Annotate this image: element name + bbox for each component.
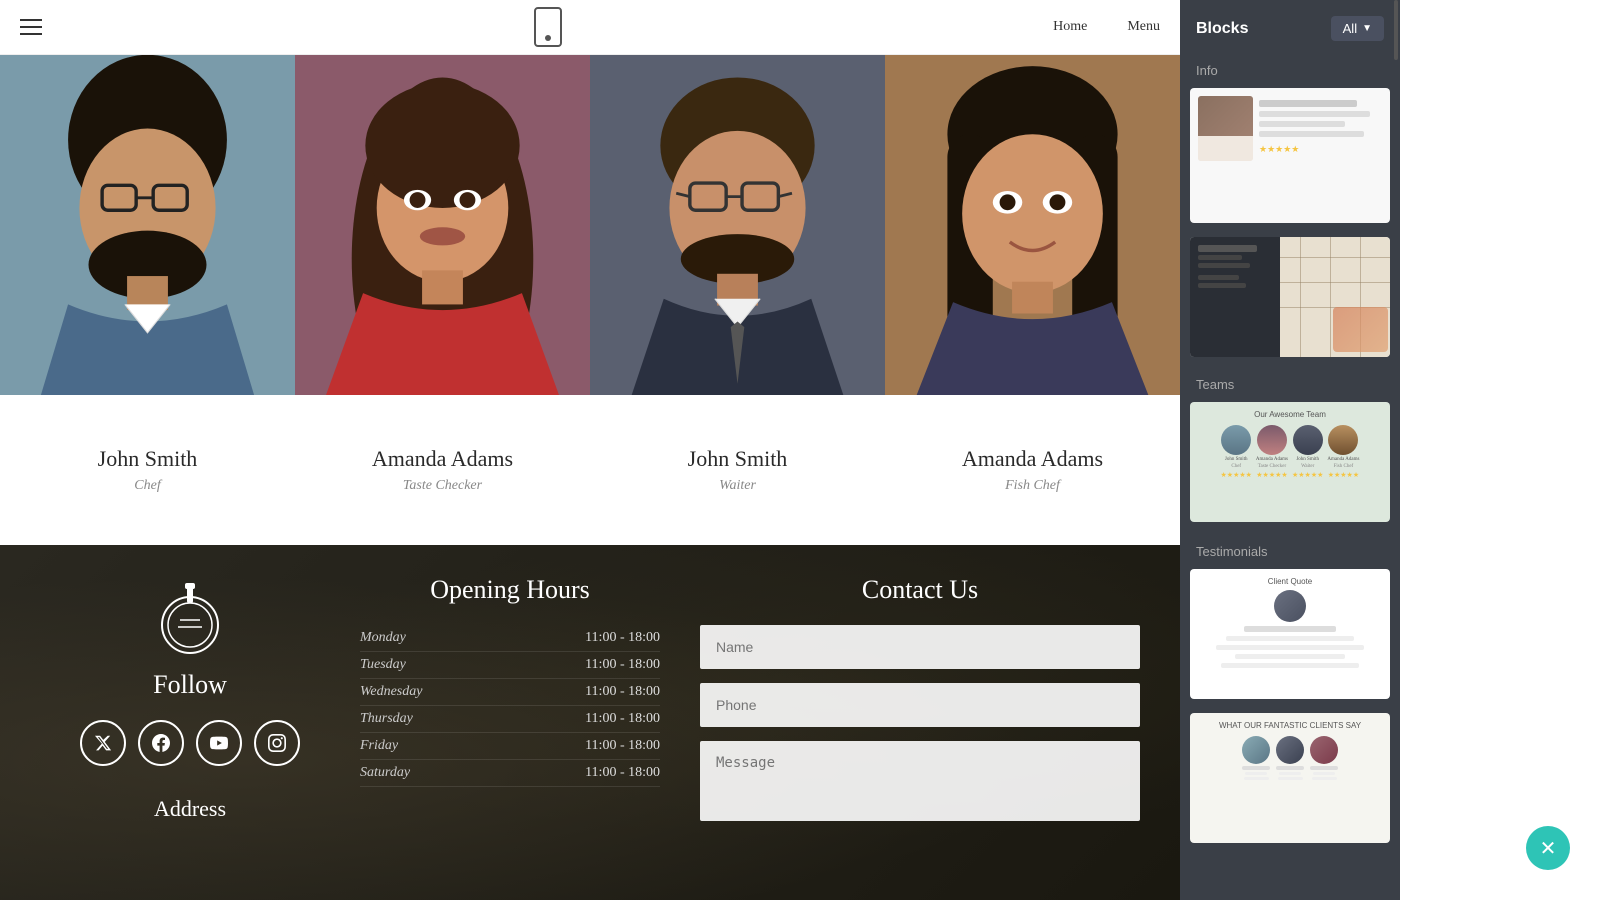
team-member-2-name: Amanda Adams <box>372 446 513 472</box>
team-card-4: Amanda Adams Fish Chef <box>885 55 1180 545</box>
nav-menu[interactable]: Menu <box>1127 19 1160 35</box>
team-member-3-name: John Smith <box>688 446 788 472</box>
sidebar-header: Blocks All ▼ <box>1180 16 1400 57</box>
opening-hours-heading: Opening Hours <box>360 575 660 605</box>
nav-links: Home Menu <box>1053 19 1160 35</box>
day-saturday: Saturday <box>360 765 410 781</box>
footer-hours-col: Opening Hours Monday 11:00 - 18:00 Tuesd… <box>340 575 660 787</box>
nav-home[interactable]: Home <box>1053 19 1087 35</box>
close-button[interactable]: ✕ <box>1526 826 1570 870</box>
sidebar-section-info-label: Info <box>1180 57 1400 88</box>
mobile-preview-button[interactable] <box>534 7 562 47</box>
footer-logo <box>150 575 230 660</box>
team-card-3[interactable]: John Smith Waiter <box>590 55 885 545</box>
time-tuesday: 11:00 - 18:00 <box>585 657 660 673</box>
twitter-button[interactable] <box>80 720 126 766</box>
footer-section: Follow Address Opening Hours <box>0 545 1180 900</box>
team-card-3-info: John Smith Waiter <box>590 395 885 545</box>
hours-row-thursday: Thursday 11:00 - 18:00 <box>360 706 660 733</box>
close-icon: ✕ <box>1540 836 1557 861</box>
instagram-button[interactable] <box>254 720 300 766</box>
hamburger-menu[interactable] <box>20 19 42 35</box>
team-portrait-1 <box>0 55 295 395</box>
team-card-2[interactable]: Amanda Adams Taste Checker <box>295 55 590 545</box>
contact-name-input[interactable] <box>700 625 1140 669</box>
contact-heading: Contact Us <box>700 575 1140 605</box>
hours-row-saturday: Saturday 11:00 - 18:00 <box>360 760 660 787</box>
day-tuesday: Tuesday <box>360 657 406 673</box>
team-portrait-2 <box>295 55 590 395</box>
contact-message-input[interactable] <box>700 741 1140 821</box>
hours-row-tuesday: Tuesday 11:00 - 18:00 <box>360 652 660 679</box>
day-monday: Monday <box>360 630 406 646</box>
sidebar-info-block-1[interactable]: ★★★★★ <box>1190 88 1390 223</box>
footer-social-col: Follow Address <box>40 575 340 822</box>
address-heading: Address <box>154 796 226 822</box>
team-card-1-info: John Smith Chef <box>0 395 295 545</box>
time-monday: 11:00 - 18:00 <box>585 630 660 646</box>
chevron-down-icon: ▼ <box>1362 23 1372 34</box>
team-section: John Smith Chef <box>0 55 1180 545</box>
all-button-label: All <box>1343 21 1357 36</box>
team-card-1[interactable]: John Smith Chef <box>0 55 295 545</box>
all-button[interactable]: All ▼ <box>1331 16 1384 41</box>
sidebar-testimonials-block-1[interactable]: Client Quote <box>1190 569 1390 699</box>
day-friday: Friday <box>360 738 398 754</box>
team-portrait-3 <box>590 55 885 395</box>
day-wednesday: Wednesday <box>360 684 422 700</box>
top-bar: Home Menu <box>0 0 1180 55</box>
follow-heading: Follow <box>153 670 227 700</box>
sidebar-testimonials-block-2[interactable]: WHAT OUR FANTASTIC CLIENTS SAY <box>1190 713 1390 843</box>
team-card-4-info: Amanda Adams Fish Chef <box>885 395 1180 545</box>
hours-row-monday: Monday 11:00 - 18:00 <box>360 625 660 652</box>
time-saturday: 11:00 - 18:00 <box>585 765 660 781</box>
sidebar-section-teams-label: Teams <box>1180 371 1400 402</box>
sidebar-title: Blocks <box>1196 20 1248 38</box>
hours-table: Monday 11:00 - 18:00 Tuesday 11:00 - 18:… <box>360 625 660 787</box>
time-wednesday: 11:00 - 18:00 <box>585 684 660 700</box>
team-member-4-role: Fish Chef <box>1005 478 1060 494</box>
sidebar-section-testimonials-label: Testimonials <box>1180 536 1400 569</box>
main-content: Home Menu <box>0 0 1180 900</box>
sidebar-info-block-2[interactable] <box>1190 237 1390 357</box>
team-member-4-name: Amanda Adams <box>962 446 1103 472</box>
hours-row-wednesday: Wednesday 11:00 - 18:00 <box>360 679 660 706</box>
hours-row-friday: Friday 11:00 - 18:00 <box>360 733 660 760</box>
team-member-1-name: John Smith <box>98 446 198 472</box>
team-card-2-info: Amanda Adams Taste Checker <box>295 395 590 545</box>
time-friday: 11:00 - 18:00 <box>585 738 660 754</box>
contact-phone-input[interactable] <box>700 683 1140 727</box>
team-member-2-role: Taste Checker <box>403 478 482 494</box>
facebook-button[interactable] <box>138 720 184 766</box>
social-icons-group <box>80 720 300 766</box>
time-thursday: 11:00 - 18:00 <box>585 711 660 727</box>
scrollbar-thumb[interactable] <box>1394 0 1398 60</box>
blocks-sidebar: Blocks All ▼ Info ★★★★★ <box>1180 0 1400 900</box>
team-portrait-4 <box>885 55 1180 395</box>
youtube-button[interactable] <box>196 720 242 766</box>
team-member-3-role: Waiter <box>719 478 756 494</box>
sidebar-teams-block[interactable]: Our Awesome Team John Smith Chef ★★★★★ A… <box>1190 402 1390 522</box>
team-member-1-role: Chef <box>134 478 160 494</box>
footer-contact-col: Contact Us <box>660 575 1140 826</box>
day-thursday: Thursday <box>360 711 413 727</box>
